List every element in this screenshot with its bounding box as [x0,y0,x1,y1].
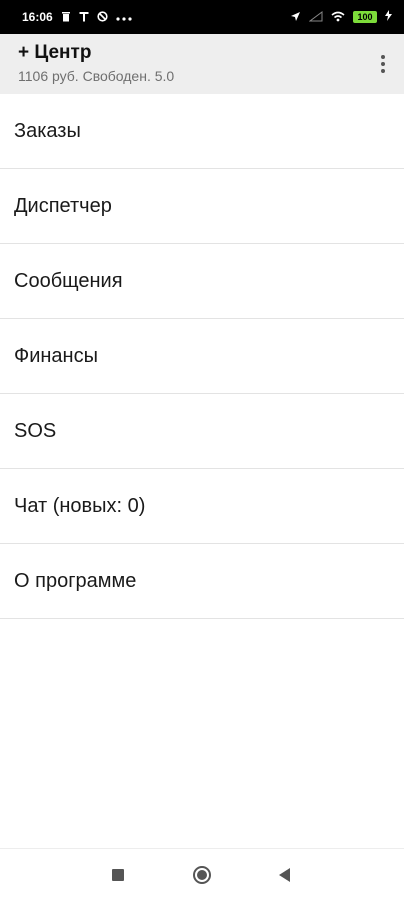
recents-square-icon [112,869,124,881]
menu-item-about[interactable]: О программе [0,544,404,619]
menu-item-dispatcher[interactable]: Диспетчер [0,169,404,244]
location-arrow-icon [290,11,301,24]
home-circle-inner [197,870,207,880]
menu-item-label: SOS [14,419,57,442]
charging-bolt-icon [385,10,392,24]
signal-icon [308,10,323,24]
overflow-dot [381,55,385,59]
menu-item-label: Заказы [14,119,81,142]
recents-button[interactable] [98,855,138,895]
menu-item-orders[interactable]: Заказы [0,94,404,169]
back-triangle-icon [278,868,290,882]
app-bar: + Центр 1106 руб. Свободен. 5.0 [0,34,404,94]
menu-item-label: О программе [14,569,137,592]
status-bar: 16:06 100 [0,0,404,34]
home-button[interactable] [182,855,222,895]
menu-item-messages[interactable]: Сообщения [0,244,404,319]
trash-icon [61,11,71,24]
overflow-dot [381,69,385,73]
battery-icon: 100 [353,11,377,23]
menu-item-finances[interactable]: Финансы [0,319,404,394]
menu-item-label: Чат (новых: 0) [14,494,146,517]
menu-item-label: Финансы [14,344,98,367]
main-menu: Заказы Диспетчер Сообщения Финансы SOS Ч… [0,94,404,619]
battery-level: 100 [357,12,373,22]
back-button[interactable] [264,855,304,895]
app-subtitle: 1106 руб. Свободен. 5.0 [18,68,175,84]
wifi-icon [331,11,345,24]
menu-item-label: Диспетчер [14,194,112,217]
overflow-menu-icon[interactable] [376,50,390,78]
system-nav-bar [0,848,404,900]
home-circle-icon [193,866,211,884]
app-title: + Центр [18,42,92,63]
no-disturb-icon [97,10,108,24]
status-left: 16:06 [22,10,132,24]
menu-item-label: Сообщения [14,269,123,292]
t-icon [79,11,89,24]
menu-item-sos[interactable]: SOS [0,394,404,469]
status-right: 100 [290,10,392,24]
more-dots-icon [116,11,132,23]
overflow-dot [381,62,385,66]
status-time: 16:06 [22,10,53,24]
menu-item-chat[interactable]: Чат (новых: 0) [0,469,404,544]
